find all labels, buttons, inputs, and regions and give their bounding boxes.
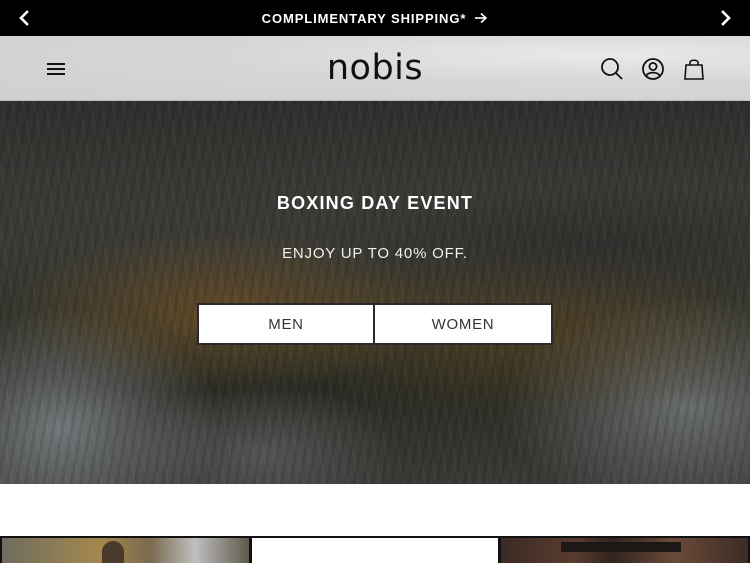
hero-title: BOXING DAY EVENT (276, 193, 474, 213)
search-icon (601, 58, 623, 80)
announcement-message: COMPLIMENTARY SHIPPING* (261, 10, 467, 26)
category-tiles (0, 536, 750, 563)
category-tile-1[interactable] (0, 536, 251, 563)
arrow-right-icon (475, 12, 488, 24)
announcement-bar: COMPLIMENTARY SHIPPING* (0, 0, 750, 36)
account-icon (642, 58, 664, 80)
hero-banner: BOXING DAY EVENT ENJOY UP TO 40% OFF. ME… (0, 101, 750, 484)
brand-logo[interactable]: nobis (0, 46, 750, 90)
category-tile-3[interactable] (499, 536, 750, 563)
hero-background-image (0, 101, 750, 484)
shopping-bag-icon (684, 59, 704, 80)
announcement-link[interactable]: COMPLIMENTARY SHIPPING* (0, 0, 750, 36)
tile-image (561, 542, 681, 552)
account-button[interactable] (640, 56, 666, 82)
shop-men-button[interactable]: MEN (197, 303, 375, 345)
hero-subtitle: ENJOY UP TO 40% OFF. (282, 245, 468, 262)
shop-women-button[interactable]: WOMEN (373, 303, 553, 345)
site-header: nobis (0, 36, 750, 101)
tile-image (102, 541, 124, 563)
chevron-right-icon (721, 10, 731, 26)
category-tile-2[interactable] (250, 536, 500, 563)
cart-button[interactable] (681, 56, 707, 82)
search-button[interactable] (599, 56, 625, 82)
announcement-next-button[interactable] (704, 0, 748, 36)
